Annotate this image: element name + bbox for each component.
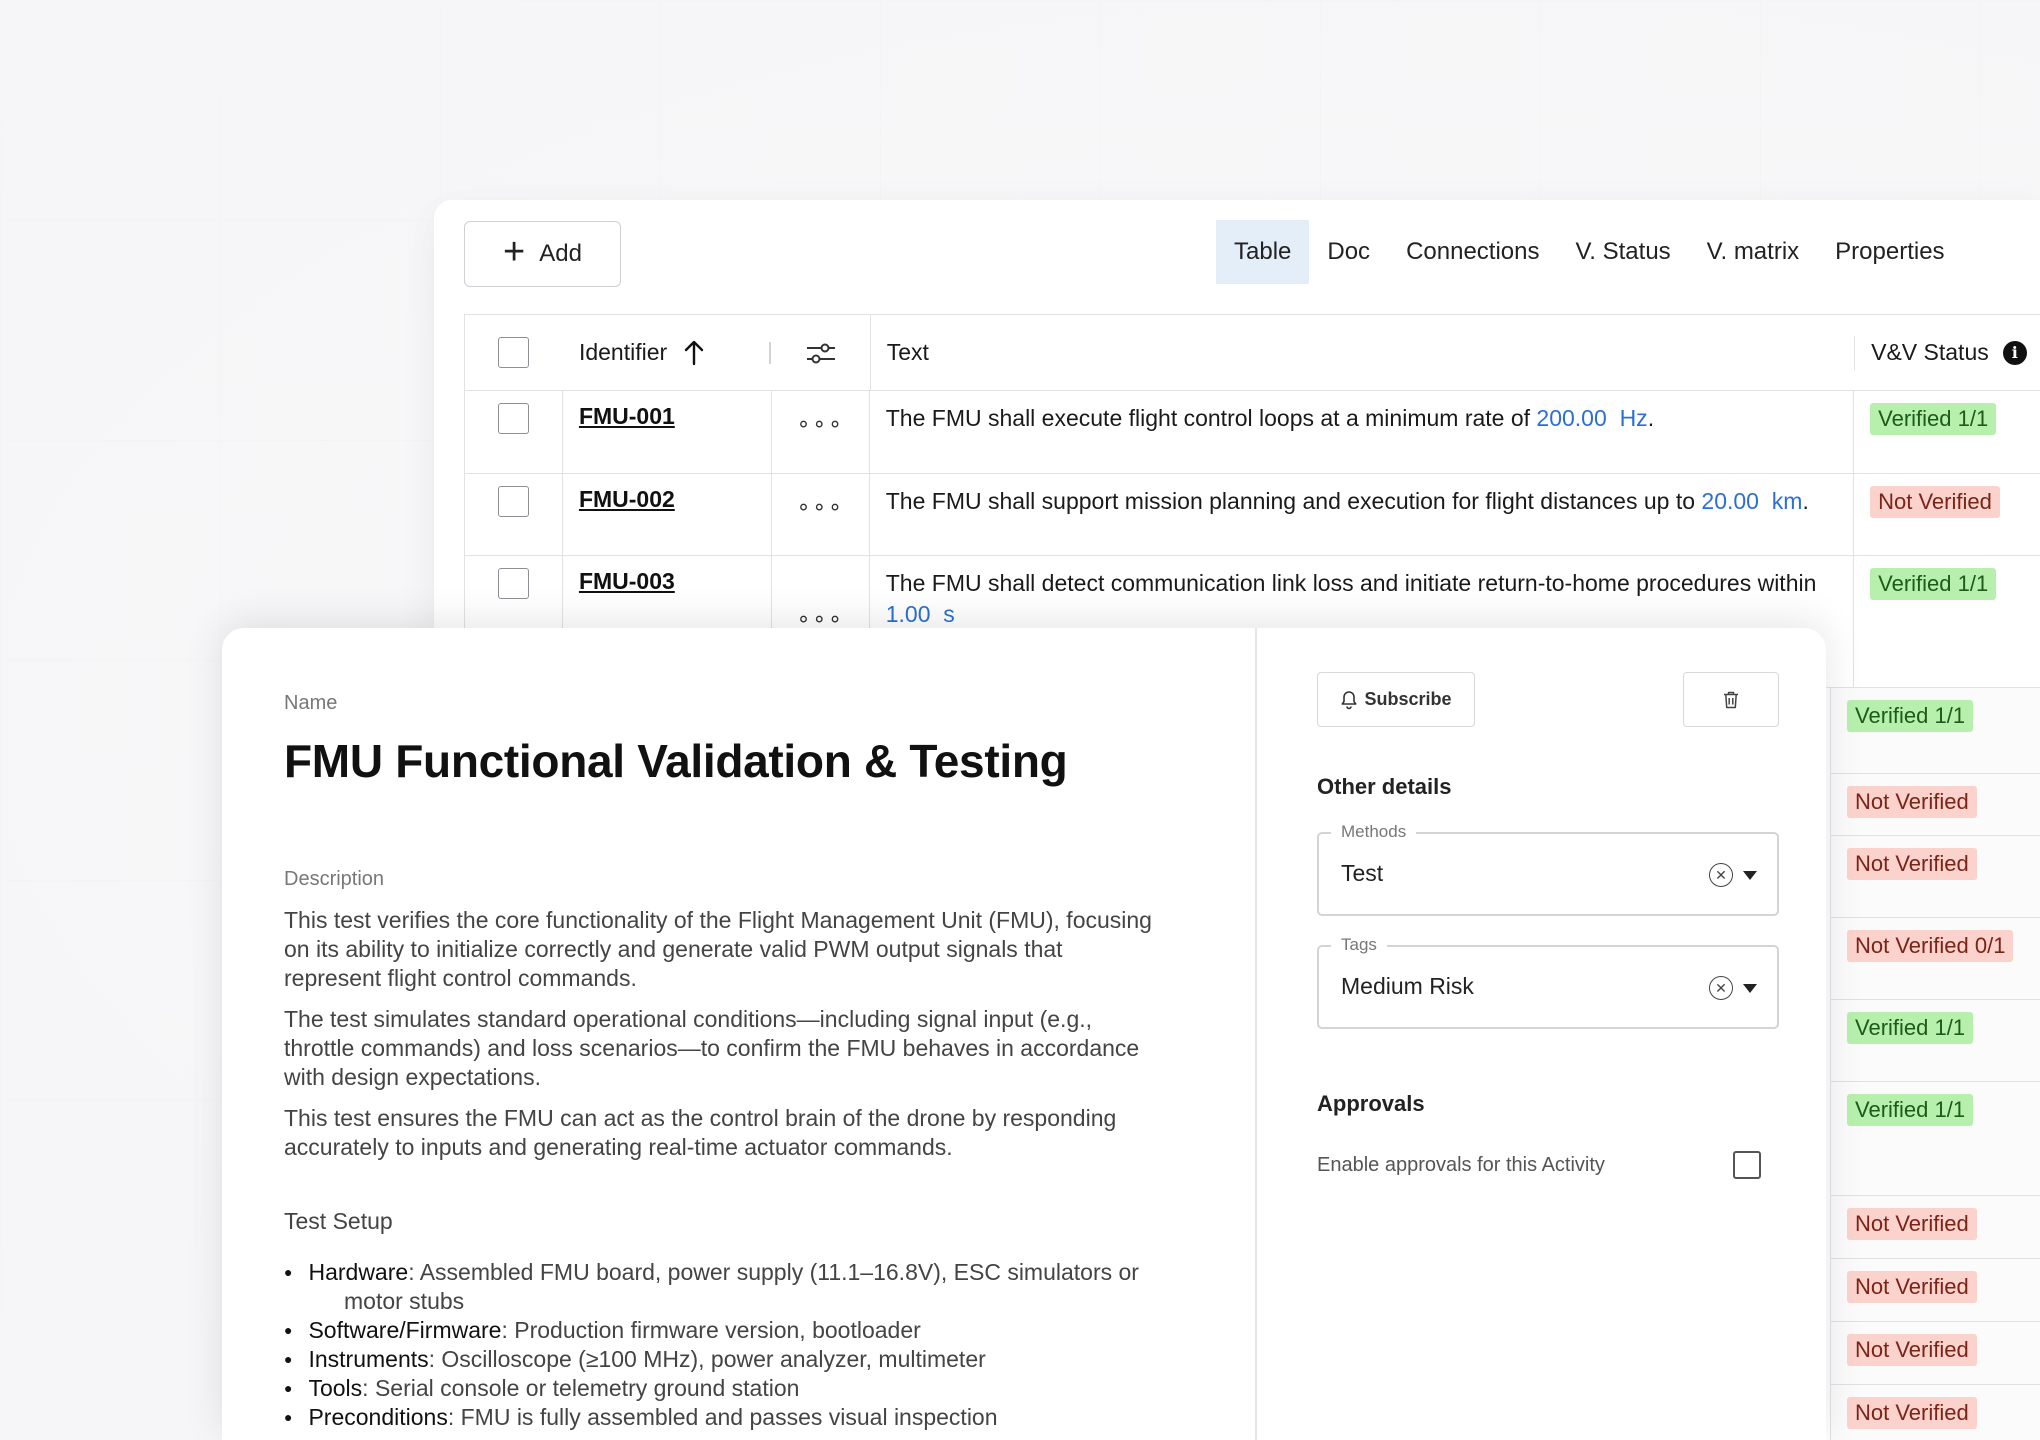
tags-value: Medium Risk bbox=[1341, 973, 1474, 999]
caret-down-icon[interactable] bbox=[1743, 984, 1757, 993]
tags-select[interactable]: Tags Medium Risk ✕ bbox=[1317, 935, 1779, 1029]
tags-label: Tags bbox=[1331, 935, 1387, 955]
add-button[interactable]: + Add bbox=[464, 221, 621, 287]
quantity-unit: km bbox=[1771, 488, 1803, 514]
other-details-title: Other details bbox=[1317, 774, 1452, 799]
row-checkbox[interactable] bbox=[497, 568, 529, 599]
tab-connections[interactable]: Connections bbox=[1388, 220, 1557, 284]
status-cell: Verified 1/1 bbox=[1831, 688, 2040, 774]
subscribe-button[interactable]: Subscribe bbox=[1317, 672, 1475, 727]
list-item: Software/Firmware: Production firmware v… bbox=[284, 1316, 1164, 1345]
more-options-icon[interactable]: ∘∘∘ bbox=[797, 496, 844, 555]
quantity-value: 200.00 bbox=[1536, 405, 1607, 431]
status-cell: Not Verified bbox=[1831, 836, 2040, 918]
status-badge: Not Verified bbox=[1847, 1271, 1977, 1303]
status-badge: Not Verified bbox=[1870, 486, 2000, 518]
list-item: Hardware: Assembled FMU board, power sup… bbox=[284, 1258, 1164, 1316]
view-tabs: Table Doc Connections V. Status V. matri… bbox=[1216, 220, 1963, 284]
status-badge: Not Verified bbox=[1847, 786, 1977, 818]
requirement-text: The FMU shall support mission planning a… bbox=[885, 488, 1809, 514]
status-badge: Not Verified bbox=[1847, 1397, 1977, 1429]
test-setup-list: Hardware: Assembled FMU board, power sup… bbox=[284, 1258, 1164, 1432]
status-cell: Not Verified 0/1 bbox=[1831, 918, 2040, 1000]
tab-v-matrix[interactable]: V. matrix bbox=[1689, 220, 1817, 284]
clear-icon[interactable]: ✕ bbox=[1709, 863, 1733, 887]
status-badge: Not Verified bbox=[1847, 848, 1977, 880]
status-badge: Verified 1/1 bbox=[1847, 1012, 1974, 1044]
description-label: Description bbox=[284, 868, 385, 890]
status-cell: Not Verified bbox=[1831, 1259, 2040, 1322]
status-badge: Not Verified 0/1 bbox=[1847, 930, 2014, 962]
status-badge: Not Verified bbox=[1847, 1334, 1977, 1366]
table-header-row: Identifier Text V&V Status i bbox=[465, 314, 2040, 391]
bell-icon bbox=[1341, 690, 1357, 709]
row-checkbox[interactable] bbox=[497, 403, 529, 434]
list-item: Instruments: Oscilloscope (≥100 MHz), po… bbox=[284, 1345, 1164, 1374]
row-checkbox[interactable] bbox=[497, 486, 529, 517]
select-all-checkbox[interactable] bbox=[498, 337, 530, 368]
activity-detail-card: Name FMU Functional Validation & Testing… bbox=[222, 628, 1826, 1440]
quantity-value: 20.00 bbox=[1701, 488, 1759, 514]
quantity-unit: s bbox=[943, 601, 955, 627]
trash-icon bbox=[1724, 691, 1738, 708]
status-badge: Verified 1/1 bbox=[1847, 700, 1974, 732]
requirement-text: The FMU shall execute flight control loo… bbox=[885, 405, 1655, 431]
page-title[interactable]: FMU Functional Validation & Testing bbox=[284, 734, 1068, 788]
tab-properties[interactable]: Properties bbox=[1817, 220, 1962, 284]
status-cell: Not Verified bbox=[1831, 1385, 2040, 1440]
status-badge: Verified 1/1 bbox=[1870, 403, 1997, 435]
add-button-label: Add bbox=[539, 240, 582, 267]
more-options-icon[interactable]: ∘∘∘ bbox=[797, 413, 844, 473]
methods-value: Test bbox=[1341, 860, 1384, 886]
sliders-icon[interactable] bbox=[805, 340, 837, 366]
list-item: Preconditions: FMU is fully assembled an… bbox=[284, 1403, 1164, 1432]
table-row[interactable]: FMU-001 ∘∘∘ The FMU shall execute flight… bbox=[465, 391, 2040, 474]
status-column-continued: Verified 1/1 Not Verified Not Verified N… bbox=[1830, 688, 2040, 1440]
test-setup-label: Test Setup bbox=[284, 1208, 393, 1234]
clear-icon[interactable]: ✕ bbox=[1709, 976, 1733, 1000]
sort-ascending-icon[interactable] bbox=[683, 340, 705, 366]
quantity-value: 1.00 bbox=[885, 601, 931, 627]
requirement-id-link[interactable]: FMU-003 bbox=[579, 568, 675, 594]
plus-icon: + bbox=[503, 231, 526, 273]
status-cell: Not Verified bbox=[1831, 774, 2040, 836]
identifier-column-header[interactable]: Identifier bbox=[563, 339, 772, 366]
tab-v-status[interactable]: V. Status bbox=[1557, 220, 1688, 284]
status-badge: Verified 1/1 bbox=[1870, 568, 1997, 600]
description-text[interactable]: This test verifies the core functionalit… bbox=[284, 906, 1164, 1174]
table-row[interactable]: FMU-002 ∘∘∘ The FMU shall support missio… bbox=[465, 474, 2040, 556]
approvals-title: Approvals bbox=[1317, 1091, 1425, 1116]
methods-label: Methods bbox=[1331, 822, 1417, 842]
status-cell: Not Verified bbox=[1831, 1322, 2040, 1385]
info-icon[interactable]: i bbox=[2002, 340, 2027, 365]
tab-table[interactable]: Table bbox=[1216, 220, 1310, 284]
name-label: Name bbox=[284, 692, 338, 714]
requirement-id-link[interactable]: FMU-002 bbox=[579, 486, 675, 512]
tab-doc[interactable]: Doc bbox=[1309, 220, 1388, 284]
text-column-header[interactable]: Text bbox=[869, 314, 1854, 391]
delete-button[interactable] bbox=[1683, 672, 1779, 727]
quantity-unit: Hz bbox=[1619, 405, 1648, 431]
requirement-id-link[interactable]: FMU-001 bbox=[579, 403, 675, 429]
status-cell: Verified 1/1 bbox=[1831, 1082, 2040, 1196]
approvals-label: Enable approvals for this Activity bbox=[1317, 1154, 1605, 1176]
status-badge: Verified 1/1 bbox=[1847, 1094, 1974, 1126]
enable-approvals-checkbox[interactable] bbox=[1733, 1151, 1761, 1179]
list-item: Tools: Serial console or telemetry groun… bbox=[284, 1374, 1164, 1403]
status-badge: Not Verified bbox=[1847, 1208, 1977, 1240]
status-cell: Verified 1/1 bbox=[1831, 1000, 2040, 1082]
status-cell: Not Verified bbox=[1831, 1196, 2040, 1259]
column-settings-cell bbox=[772, 315, 870, 391]
caret-down-icon[interactable] bbox=[1743, 871, 1757, 880]
methods-select[interactable]: Methods Test ✕ bbox=[1317, 822, 1779, 916]
panel-divider bbox=[1255, 628, 1257, 1440]
requirement-text: The FMU shall detect communication link … bbox=[885, 570, 1817, 627]
status-column-header[interactable]: V&V Status i bbox=[1854, 335, 2040, 370]
